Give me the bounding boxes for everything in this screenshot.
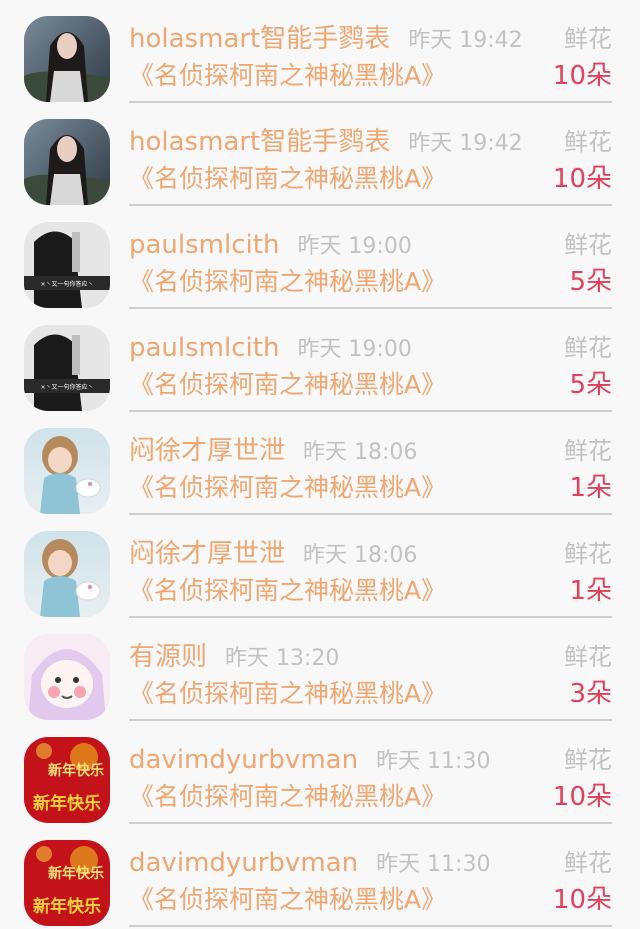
- product-title[interactable]: 《名侦探柯南之神秘黑桃A》: [129, 885, 446, 914]
- gift-count: 1朵: [569, 576, 612, 606]
- gift-type: 鲜花: [564, 334, 612, 362]
- avatar-banner-bottom: 新年快乐: [33, 793, 101, 814]
- avatar-caption: ×丶又一句你答应丶: [40, 383, 93, 391]
- avatar[interactable]: [24, 16, 110, 102]
- new-year-red-avatar: 新年快乐 新年快乐: [24, 737, 110, 823]
- timestamp: 昨天 18:06: [303, 543, 418, 568]
- product-title[interactable]: 《名侦探柯南之神秘黑桃A》: [129, 576, 446, 605]
- timestamp: 昨天 19:42: [408, 131, 523, 156]
- list-item[interactable]: 新年快乐 新年快乐 davimdyurbvman 昨天 11:30 鲜花 《名侦探…: [0, 824, 640, 927]
- timestamp: 昨天 19:00: [297, 337, 412, 362]
- gift-count: 10朵: [552, 61, 612, 91]
- gift-count: 5朵: [569, 370, 612, 400]
- list-item[interactable]: ×丶又一句你答应丶 paulsmlcith 昨天 19:00 鲜花 《名侦探柯南之…: [0, 206, 640, 309]
- list-item[interactable]: 新年快乐 新年快乐 davimdyurbvman 昨天 11:30 鲜花 《名侦探…: [0, 721, 640, 824]
- timestamp: 昨天 19:42: [408, 28, 523, 53]
- sender-name[interactable]: 有源则: [129, 642, 207, 672]
- list-item[interactable]: holasmart智能手鹨表 昨天 19:42 鲜花 《名侦探柯南之神秘黑桃A》 …: [0, 0, 640, 103]
- avatar[interactable]: 新年快乐 新年快乐: [24, 840, 110, 926]
- girl-dark-hair-avatar: [24, 119, 110, 205]
- gift-type: 鲜花: [564, 128, 612, 156]
- gift-count: 10朵: [552, 782, 612, 812]
- avatar-banner-bottom: 新年快乐: [33, 896, 101, 917]
- gift-count: 1朵: [569, 473, 612, 503]
- product-title[interactable]: 《名侦探柯南之神秘黑桃A》: [129, 473, 446, 502]
- avatar[interactable]: ×丶又一句你答应丶: [24, 222, 110, 308]
- avatar-caption: ×丶又一句你答应丶: [40, 280, 93, 288]
- gift-record-list: holasmart智能手鹨表 昨天 19:42 鲜花 《名侦探柯南之神秘黑桃A》 …: [0, 0, 640, 927]
- list-item[interactable]: 闷徐才厚世泄 昨天 18:06 鲜花 《名侦探柯南之神秘黑桃A》 1朵: [0, 515, 640, 618]
- gift-type: 鲜花: [564, 746, 612, 774]
- gift-type: 鲜花: [564, 25, 612, 53]
- avatar[interactable]: [24, 531, 110, 617]
- avatar-banner-top: 新年快乐: [48, 762, 104, 779]
- anime-girl-avatar: [24, 634, 110, 720]
- sender-name[interactable]: holasmart智能手鹨表: [129, 24, 390, 54]
- divider: [129, 925, 612, 927]
- timestamp: 昨天 11:30: [376, 749, 491, 774]
- sender-name[interactable]: 闷徐才厚世泄: [129, 436, 285, 466]
- avatar[interactable]: [24, 428, 110, 514]
- sender-name[interactable]: holasmart智能手鹨表: [129, 127, 390, 157]
- product-title[interactable]: 《名侦探柯南之神秘黑桃A》: [129, 61, 446, 90]
- timestamp: 昨天 18:06: [303, 440, 418, 465]
- gift-type: 鲜花: [564, 540, 612, 568]
- gift-count: 3朵: [569, 679, 612, 709]
- gift-type: 鲜花: [564, 643, 612, 671]
- girl-dark-hair-avatar: [24, 16, 110, 102]
- timestamp: 昨天 11:30: [376, 852, 491, 877]
- product-title[interactable]: 《名侦探柯南之神秘黑桃A》: [129, 370, 446, 399]
- sender-name[interactable]: paulsmlcith: [129, 333, 279, 363]
- gift-count: 10朵: [552, 164, 612, 194]
- sender-name[interactable]: davimdyurbvman: [129, 745, 358, 775]
- little-girl-teapot-avatar: [24, 428, 110, 514]
- gift-type: 鲜花: [564, 849, 612, 877]
- product-title[interactable]: 《名侦探柯南之神秘黑桃A》: [129, 782, 446, 811]
- timestamp: 昨天 13:20: [225, 646, 340, 671]
- list-item[interactable]: 有源则 昨天 13:20 鲜花 《名侦探柯南之神秘黑桃A》 3朵: [0, 618, 640, 721]
- list-item[interactable]: holasmart智能手鹨表 昨天 19:42 鲜花 《名侦探柯南之神秘黑桃A》 …: [0, 103, 640, 206]
- avatar[interactable]: ×丶又一句你答应丶: [24, 325, 110, 411]
- monochrome-person-avatar: ×丶又一句你答应丶: [24, 222, 110, 308]
- gift-type: 鲜花: [564, 231, 612, 259]
- product-title[interactable]: 《名侦探柯南之神秘黑桃A》: [129, 267, 446, 296]
- sender-name[interactable]: 闷徐才厚世泄: [129, 539, 285, 569]
- product-title[interactable]: 《名侦探柯南之神秘黑桃A》: [129, 164, 446, 193]
- monochrome-person-avatar: ×丶又一句你答应丶: [24, 325, 110, 411]
- product-title[interactable]: 《名侦探柯南之神秘黑桃A》: [129, 679, 446, 708]
- new-year-red-avatar: 新年快乐 新年快乐: [24, 840, 110, 926]
- sender-name[interactable]: davimdyurbvman: [129, 848, 358, 878]
- gift-count: 5朵: [569, 267, 612, 297]
- sender-name[interactable]: paulsmlcith: [129, 230, 279, 260]
- gift-count: 10朵: [552, 885, 612, 915]
- avatar[interactable]: [24, 634, 110, 720]
- avatar[interactable]: 新年快乐 新年快乐: [24, 737, 110, 823]
- gift-type: 鲜花: [564, 437, 612, 465]
- timestamp: 昨天 19:00: [297, 234, 412, 259]
- list-item[interactable]: ×丶又一句你答应丶 paulsmlcith 昨天 19:00 鲜花 《名侦探柯南之…: [0, 309, 640, 412]
- avatar-banner-top: 新年快乐: [48, 865, 104, 882]
- avatar[interactable]: [24, 119, 110, 205]
- list-item[interactable]: 闷徐才厚世泄 昨天 18:06 鲜花 《名侦探柯南之神秘黑桃A》 1朵: [0, 412, 640, 515]
- little-girl-teapot-avatar: [24, 531, 110, 617]
